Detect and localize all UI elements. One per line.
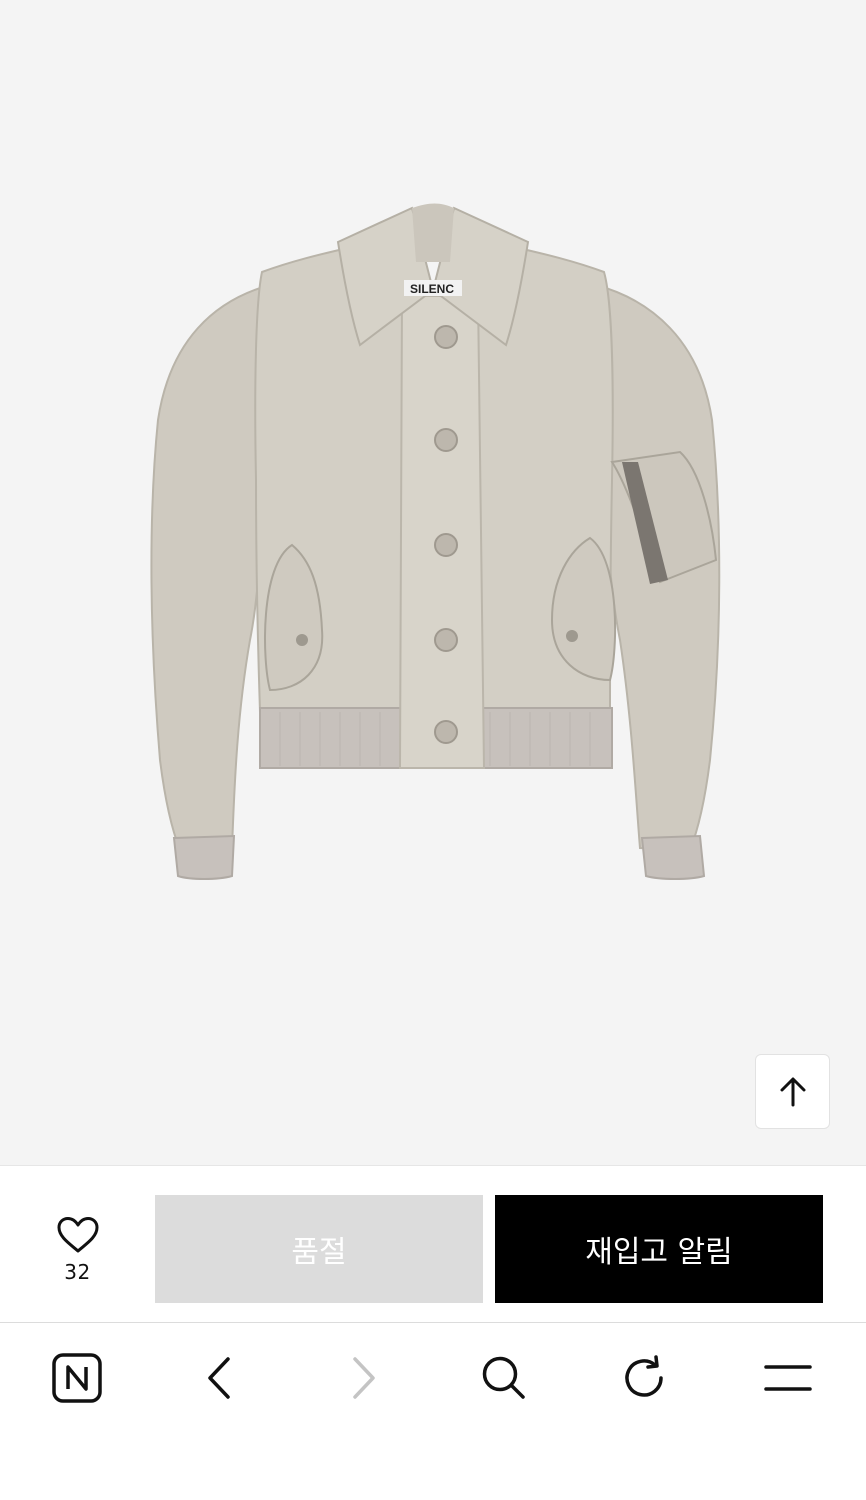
scroll-top-button[interactable] [755, 1054, 830, 1129]
reload-button[interactable] [606, 1343, 686, 1413]
browser-toolbar [0, 1323, 866, 1500]
like-count: 32 [64, 1260, 91, 1284]
back-button[interactable] [180, 1343, 260, 1413]
search-button[interactable] [464, 1343, 544, 1413]
forward-icon [353, 1357, 375, 1399]
svg-text:SILENC: SILENC [410, 282, 454, 296]
naver-home-icon [52, 1353, 102, 1403]
naver-home-button[interactable] [37, 1343, 117, 1413]
reload-icon [625, 1355, 663, 1397]
menu-icon [764, 1365, 812, 1391]
soldout-button: 품절 [155, 1195, 483, 1303]
search-icon [482, 1356, 525, 1399]
like-button[interactable]: 32 [40, 1216, 115, 1291]
purchase-action-bar: 32 품절 재입고 알림 [0, 1165, 866, 1323]
arrow-up-icon [780, 1077, 805, 1106]
jacket-image: SILENC [150, 203, 721, 880]
menu-button[interactable] [748, 1343, 828, 1413]
back-icon [208, 1357, 230, 1399]
restock-alert-button[interactable]: 재입고 알림 [495, 1195, 823, 1303]
forward-button[interactable] [323, 1343, 403, 1413]
heart-outline-icon [57, 1217, 98, 1253]
product-image: SILENC [0, 0, 866, 1165]
